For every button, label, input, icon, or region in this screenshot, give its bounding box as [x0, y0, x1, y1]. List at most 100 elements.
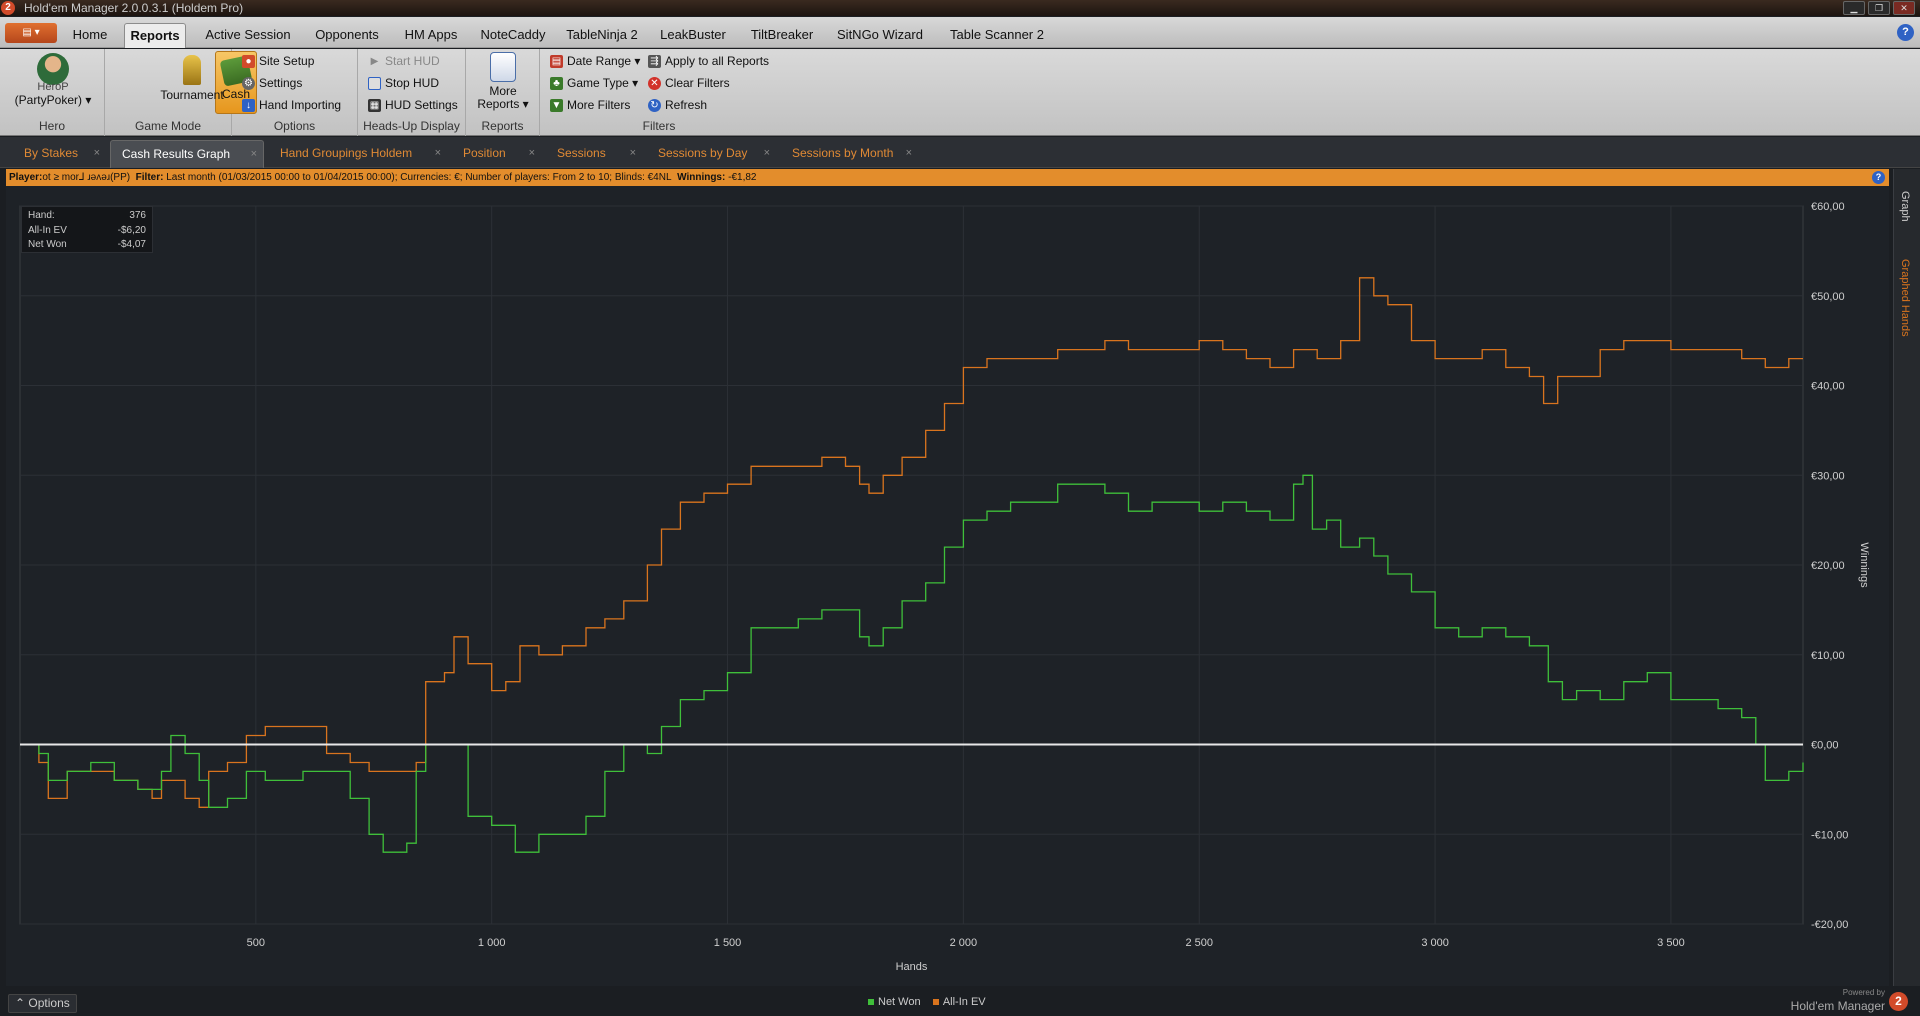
menu-tab-home[interactable]: Home — [66, 23, 114, 48]
y-tick-label: €60,00 — [1811, 201, 1845, 213]
gear-icon: ⚙ — [242, 76, 255, 90]
clear-x-icon: ✕ — [648, 76, 661, 90]
info-row: All-In EV -$6,20 — [28, 224, 146, 238]
hand-importing-button[interactable]: ↓ Hand Importing — [242, 96, 341, 114]
graph-side-tab[interactable]: Graph — [1899, 191, 1911, 222]
game-type-label: Game Type ▾ — [567, 76, 639, 90]
x-tick-label: 1 500 — [714, 937, 742, 949]
brand: Powered by Hold'em Manager — [1791, 988, 1885, 1015]
y-tick-label: €50,00 — [1811, 291, 1845, 303]
x-tick-label: 1 000 — [478, 937, 506, 949]
report-tab-label: Cash Results Graph — [122, 147, 231, 161]
minimize-icon[interactable]: ▁ — [1843, 1, 1865, 15]
info-label: All-In EV — [28, 224, 67, 236]
start-hud-button[interactable]: ▶ Start HUD — [368, 52, 440, 70]
close-tab-icon[interactable]: × — [251, 141, 257, 168]
report-tab-by-stakes[interactable]: By Stakes × — [13, 140, 106, 168]
tournament-button[interactable]: Tournament — [157, 55, 227, 102]
report-tab-sessions-by-month[interactable]: Sessions by Month × — [781, 140, 918, 168]
net-won-swatch — [868, 999, 874, 1006]
close-tab-icon[interactable]: × — [630, 140, 636, 167]
more-filters-label: More Filters — [567, 98, 631, 112]
clear-filters-button[interactable]: ✕ Clear Filters — [648, 74, 730, 92]
menu-tab-tiltbreaker[interactable]: TiltBreaker — [742, 23, 822, 48]
hover-info-box: Hand: 376 All-In EV -$6,20 Net Won -$4,07 — [21, 206, 153, 253]
stop-hud-button[interactable]: Stop HUD — [368, 74, 439, 92]
close-tab-icon[interactable]: × — [906, 140, 912, 167]
options-button[interactable]: ⌃ Options — [8, 994, 77, 1013]
close-icon[interactable]: ✕ — [1893, 1, 1915, 15]
report-tab-label: Sessions — [557, 146, 606, 160]
close-tab-icon[interactable]: × — [435, 140, 441, 167]
report-tab-sessions-by-day[interactable]: Sessions by Day × — [647, 140, 776, 168]
results-chart: €60,00 €50,00 €40,00 €30,00 €20,00 €10,00 €0,0… — [6, 186, 1889, 986]
more-reports-button[interactable]: More Reports ▾ — [476, 52, 530, 111]
menu-tab-opponents[interactable]: Opponents — [306, 23, 388, 48]
filter-help-icon[interactable]: ? — [1872, 171, 1885, 184]
app-menu-button[interactable]: ▤ ▾ — [5, 23, 57, 43]
settings-button[interactable]: ⚙ Settings — [242, 74, 302, 92]
report-tab-cash-results-graph[interactable]: Cash Results Graph × — [110, 140, 264, 168]
menu-tab-tableninja-2[interactable]: TableNinja 2 — [560, 23, 644, 48]
site-setup-label: Site Setup — [259, 54, 315, 68]
report-sheet-icon — [490, 52, 516, 82]
stop-hud-label: Stop HUD — [385, 76, 440, 90]
menu-tab-reports[interactable]: Reports — [124, 23, 186, 48]
help-icon[interactable]: ? — [1897, 24, 1914, 41]
hud-settings-label: HUD Settings — [385, 98, 458, 112]
options-group-label: Options — [273, 119, 316, 133]
game-type-button[interactable]: ♣ Game Type ▾ — [550, 74, 638, 92]
info-row: Hand: 376 — [28, 209, 146, 223]
ribbon: HeroP (PartyPoker) ▾ Hero Cash Tournamen… — [0, 49, 1920, 136]
menu-tab-hm-apps[interactable]: HM Apps — [396, 23, 466, 48]
hud-settings-button[interactable]: ▦ HUD Settings — [368, 96, 458, 114]
y-axis-label: Winnings — [1858, 542, 1870, 588]
menu-tab-leakbuster[interactable]: LeakBuster — [652, 23, 734, 48]
calendar-icon: ▤ — [550, 54, 563, 68]
bottom-bar: ⌃ Options Net Won All-In EV Powered by H… — [0, 986, 1920, 1016]
player-value: ot ≥ mor⅃ ɹəʌəɹ(PP) — [42, 172, 131, 183]
x-tick-label: 3 500 — [1657, 937, 1685, 949]
close-tab-icon[interactable]: × — [94, 140, 100, 167]
options-group: ● Site Setup ⚙ Settings ↓ Hand Importing Op… — [232, 49, 358, 136]
report-tab-label: Hand Groupings Holdem — [280, 146, 413, 160]
report-tab-label: Position — [463, 146, 506, 160]
app-logo-icon: 2 — [1, 1, 15, 15]
close-tab-icon[interactable]: × — [764, 140, 770, 167]
graphed-hands-side-tab[interactable]: Graphed Hands — [1899, 259, 1911, 337]
refresh-button[interactable]: ↻ Refresh — [648, 96, 707, 114]
hero-group: HeroP (PartyPoker) ▾ Hero — [0, 49, 105, 136]
info-label: Net Won — [28, 239, 67, 250]
x-tick-label: 2 500 — [1185, 937, 1213, 949]
tournament-label: Tournament — [160, 88, 224, 102]
menu-tab-notecaddy[interactable]: NoteCaddy — [474, 23, 552, 48]
menu-tab-sitngo-wizard[interactable]: SitNGo Wizard — [830, 23, 930, 48]
reports-group-label: Reports — [481, 119, 524, 133]
trophy-icon — [183, 55, 201, 85]
report-tab-hand-groupings-holdem[interactable]: Hand Groupings Holdem × — [269, 140, 447, 168]
close-tab-icon[interactable]: × — [529, 140, 535, 167]
date-range-button[interactable]: ▤ Date Range ▾ — [550, 52, 640, 70]
filter-summary-bar: Player:ot ≥ mor⅃ ɹəʌəɹ(PP) Filter: Last … — [6, 169, 1889, 186]
menu-tab-active-session[interactable]: Active Session — [198, 23, 298, 48]
maximize-icon[interactable]: ❐ — [1868, 1, 1890, 15]
y-tick-label: €40,00 — [1811, 381, 1845, 393]
y-tick-label: €0,00 — [1811, 740, 1839, 752]
site-setup-button[interactable]: ● Site Setup — [242, 52, 314, 70]
info-value: 376 — [129, 210, 146, 221]
menu-bar: ▤ ▾ Home Reports Active Session Opponents HM… — [0, 17, 1920, 48]
game-type-icon: ♣ — [550, 76, 563, 90]
report-tab-sessions[interactable]: Sessions × — [546, 140, 642, 168]
more-filters-button[interactable]: ▼ More Filters — [550, 96, 630, 114]
menu-tab-table-scanner-2[interactable]: Table Scanner 2 — [937, 23, 1057, 48]
report-tab-position[interactable]: Position × — [452, 140, 541, 168]
filter-funnel-icon: ▼ — [550, 98, 563, 112]
game-mode-group: Cash Tournament Game Mode — [105, 49, 257, 136]
play-icon: ▶ — [370, 55, 379, 67]
right-sidebar: Graph Graphed Hands — [1893, 169, 1920, 1016]
hero-button[interactable]: HeroP (PartyPoker) ▾ — [12, 53, 94, 107]
refresh-label: Refresh — [665, 98, 708, 112]
hud-settings-icon: ▦ — [368, 98, 381, 112]
apply-to-all-reports-button[interactable]: ⇶ Apply to all Reports — [648, 52, 769, 70]
x-axis-label: Hands — [896, 961, 928, 973]
